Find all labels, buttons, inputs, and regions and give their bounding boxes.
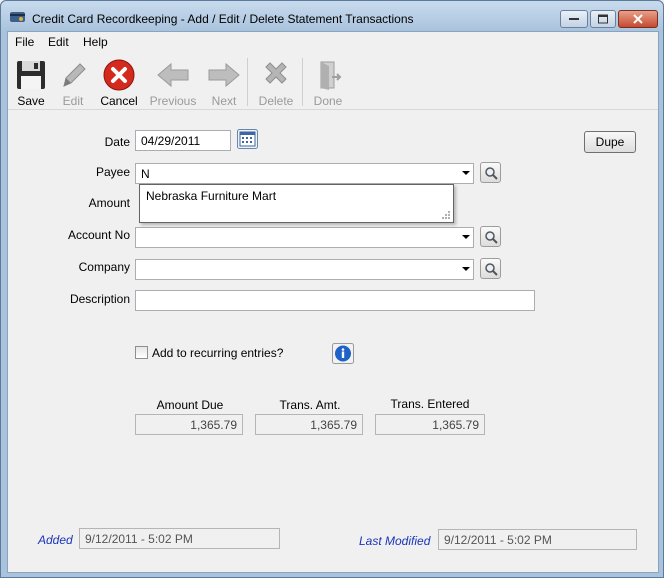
- chevron-down-icon[interactable]: [462, 171, 470, 175]
- next-button[interactable]: Next: [201, 56, 247, 108]
- resize-grip-icon[interactable]: [440, 209, 450, 219]
- payee-autocomplete-list: Nebraska Furniture Mart: [139, 184, 454, 223]
- toolbar: Save Edit Cancel Previous Next Delete Do…: [8, 52, 658, 110]
- pencil-icon: [63, 63, 86, 87]
- client-area: File Edit Help Save Edit Cancel Previous…: [7, 31, 659, 573]
- next-label: Next: [211, 94, 237, 108]
- description-label: Description: [69, 292, 130, 306]
- description-field[interactable]: [135, 290, 535, 311]
- previous-label: Previous: [149, 94, 197, 108]
- chevron-down-icon[interactable]: [462, 267, 470, 271]
- cancel-button[interactable]: Cancel: [96, 56, 142, 108]
- payee-input-text[interactable]: N: [141, 167, 150, 181]
- amount-label: Amount: [88, 196, 130, 210]
- floppy-disk-icon: [17, 61, 45, 89]
- delete-x-icon: [265, 62, 287, 84]
- payee-label: Payee: [95, 165, 130, 179]
- company-search-button[interactable]: [480, 258, 501, 279]
- app-window: Credit Card Recordkeeping - Add / Edit /…: [0, 0, 664, 578]
- account-no-label: Account No: [67, 228, 130, 242]
- app-icon: [10, 10, 26, 24]
- close-button[interactable]: [618, 10, 658, 28]
- trans-amt-label: Trans. Amt.: [279, 398, 341, 412]
- menu-edit[interactable]: Edit: [48, 35, 69, 49]
- amount-due-field: 1,365.79: [135, 414, 243, 435]
- chevron-down-icon[interactable]: [462, 235, 470, 239]
- added-field: 9/12/2011 - 5:02 PM: [79, 528, 280, 549]
- amount-due-label: Amount Due: [156, 398, 224, 412]
- info-button[interactable]: [332, 343, 354, 364]
- recurring-checkbox[interactable]: [135, 346, 148, 359]
- trans-amt-field: 1,365.79: [255, 414, 363, 435]
- maximize-button[interactable]: [590, 10, 616, 28]
- arrow-right-icon: [208, 62, 240, 88]
- minimize-button[interactable]: [560, 10, 588, 28]
- payee-search-button[interactable]: [480, 162, 501, 183]
- done-label: Done: [313, 94, 343, 108]
- calendar-button[interactable]: [237, 129, 258, 149]
- delete-label: Delete: [258, 94, 294, 108]
- delete-button[interactable]: Delete: [253, 56, 299, 108]
- window-title: Credit Card Recordkeeping - Add / Edit /…: [32, 12, 414, 26]
- menu-file[interactable]: File: [15, 35, 34, 49]
- account-no-combo[interactable]: [135, 227, 474, 248]
- previous-button[interactable]: Previous: [150, 56, 196, 108]
- account-search-button[interactable]: [480, 226, 501, 247]
- trans-entered-label: Trans. Entered: [390, 397, 470, 411]
- last-modified-field: 9/12/2011 - 5:02 PM: [438, 529, 637, 550]
- trans-entered-field: 1,365.79: [375, 414, 485, 435]
- recurring-label[interactable]: Add to recurring entries?: [152, 346, 283, 360]
- company-combo[interactable]: [135, 259, 474, 280]
- last-modified-label: Last Modified: [359, 534, 431, 548]
- magnifier-icon: [485, 263, 498, 276]
- payee-combo[interactable]: N: [135, 163, 474, 184]
- magnifier-icon: [485, 167, 498, 180]
- dupe-button[interactable]: Dupe: [584, 131, 636, 153]
- menu-help[interactable]: Help: [83, 35, 108, 49]
- done-button[interactable]: Done: [305, 56, 351, 108]
- cancel-x-icon: [103, 59, 135, 91]
- payee-suggestion-item[interactable]: Nebraska Furniture Mart: [146, 189, 276, 203]
- added-label: Added: [38, 533, 73, 547]
- cancel-label: Cancel: [100, 94, 138, 108]
- date-field[interactable]: 04/29/2011: [135, 130, 231, 151]
- company-label: Company: [78, 260, 130, 274]
- date-label: Date: [104, 135, 130, 149]
- calendar-icon: [237, 129, 258, 149]
- menu-bar: File Edit Help: [8, 32, 658, 51]
- arrow-left-icon: [157, 62, 189, 88]
- magnifier-icon: [485, 231, 498, 244]
- info-icon: [332, 343, 354, 364]
- exit-door-icon: [320, 61, 342, 90]
- title-bar[interactable]: Credit Card Recordkeeping - Add / Edit /…: [1, 1, 663, 31]
